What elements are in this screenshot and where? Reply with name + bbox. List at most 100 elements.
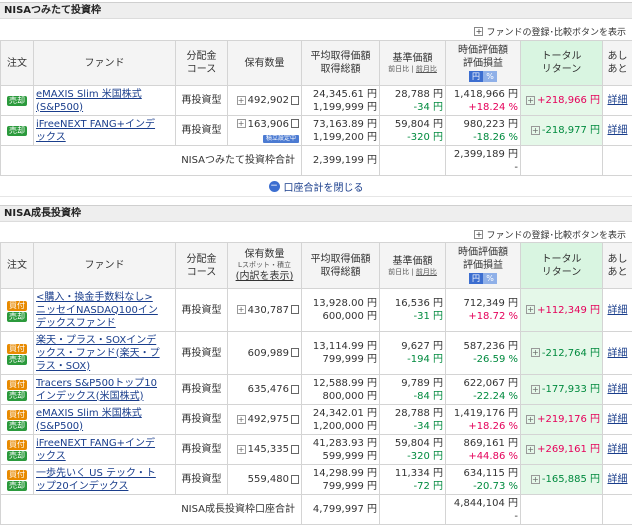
unit-square-icon	[291, 384, 299, 394]
yen-pct-toggle[interactable]: 円%	[469, 273, 497, 284]
plus-icon: +	[474, 230, 484, 239]
total-return: -212,764 円	[541, 347, 600, 359]
fund-name-link[interactable]: 楽天・プラス・SOXインデ ックス・ファンド(楽天・プ ラス・SOX)	[36, 335, 160, 372]
show-breakdown-link[interactable]: (内訳を表示)	[236, 271, 294, 282]
col-avg-cost: 平均取得価額 取得総額	[301, 40, 380, 86]
detail-link[interactable]: 詳細	[608, 95, 628, 106]
expand-plus-icon[interactable]: +	[530, 348, 540, 357]
price-change: -84 円	[413, 390, 443, 402]
unit-square-icon	[291, 95, 299, 105]
fund-name-link[interactable]: Tracers S&P500トップ10 インデックス(米国株式)	[36, 378, 157, 402]
toggle-yen[interactable]: 円	[469, 70, 483, 82]
growth-fund-compare-toggle[interactable]: + ファンドの登録･比較ボタンを表示	[474, 228, 626, 241]
toggle-yen[interactable]: 円	[469, 273, 483, 284]
tsumitate-fund-compare-toggle[interactable]: + ファンドの登録･比較ボタンを表示	[474, 25, 626, 38]
detail-link[interactable]: 詳細	[608, 414, 628, 425]
pl-pct: +44.86 %	[468, 450, 518, 462]
sell-button[interactable]: 売却	[7, 421, 27, 431]
total-return: +112,349 円	[537, 304, 600, 316]
sell-button[interactable]: 売却	[7, 126, 27, 136]
acq-total: 1,199,200 円	[312, 131, 377, 143]
expand-plus-icon[interactable]: +	[236, 444, 246, 454]
detail-link[interactable]: 詳細	[608, 384, 628, 395]
holding-qty: 609,989	[247, 347, 289, 359]
pl-pct: +18.26 %	[468, 420, 518, 432]
yen-pct-toggle[interactable]: 円%	[469, 70, 497, 82]
price-change: -31 円	[413, 311, 443, 322]
base-price: 16,536 円	[394, 298, 443, 309]
sell-button[interactable]: 売却	[7, 96, 27, 106]
expand-plus-icon[interactable]: +	[236, 305, 246, 314]
expand-plus-icon[interactable]: +	[236, 414, 246, 424]
expand-plus-icon[interactable]: +	[526, 444, 536, 454]
expand-plus-icon[interactable]: +	[526, 414, 536, 424]
detail-link[interactable]: 詳細	[608, 444, 628, 455]
col-dist-course: 分配金 コース	[175, 242, 228, 289]
summary-mv: 4,844,104 円	[453, 497, 518, 509]
expand-plus-icon[interactable]: +	[236, 119, 246, 128]
expand-plus-icon[interactable]: +	[530, 384, 540, 394]
sell-button[interactable]: 売却	[7, 354, 27, 365]
dist-course: 再投資型	[175, 464, 228, 495]
toggle-pct[interactable]: %	[483, 273, 497, 284]
summary-label: NISAつみたて投資枠合計	[0, 145, 302, 176]
expand-plus-icon[interactable]: +	[530, 474, 540, 484]
expand-plus-icon[interactable]: +	[526, 95, 536, 105]
fund-name-link[interactable]: eMAXIS Slim 米国株式 (S&P500)	[36, 89, 142, 113]
detail-link[interactable]: 詳細	[608, 125, 628, 136]
unit-square-icon	[291, 348, 299, 357]
growth-holdings-table: 注文 ファンド 分配金 コース 保有数量 Lスポット・積立 (内訳を表示) 平均取得価…	[0, 242, 632, 525]
summary-row: NISAつみたて投資枠合計 2,399,199 円 2,399,189 円-	[0, 145, 632, 176]
acq-total: 799,999 円	[322, 480, 377, 492]
acq-total: 600,000 円	[322, 311, 377, 322]
sell-button[interactable]: 売却	[7, 391, 27, 401]
expand-plus-icon[interactable]: +	[526, 305, 536, 314]
market-value: 712,349 円	[463, 298, 518, 309]
col-avg-cost: 平均取得価額 取得総額	[301, 242, 380, 289]
price-change: -34 円	[413, 101, 443, 113]
detail-link[interactable]: 詳細	[608, 474, 628, 485]
prev-month-link[interactable]: 前月比	[416, 65, 437, 73]
buy-button[interactable]: 買付	[7, 300, 27, 311]
prev-month-link[interactable]: 前月比	[416, 268, 437, 276]
dist-course: 再投資型	[175, 434, 228, 465]
sell-button[interactable]: 売却	[7, 311, 27, 322]
base-price: 28,788 円	[394, 88, 443, 100]
price-change: -194 円	[407, 354, 443, 365]
detail-link[interactable]: 詳細	[608, 348, 628, 359]
detail-link[interactable]: 詳細	[608, 305, 628, 316]
summary-acq: 4,799,997 円	[301, 494, 380, 525]
market-value: 980,223 円	[463, 118, 518, 130]
fund-name-link[interactable]: iFreeNEXT FANG+インデ ックス	[36, 438, 155, 462]
dist-course: 再投資型	[175, 288, 228, 332]
table-row: 買付 売却 一歩先いく US テック・ト ップ20インデックス 再投資型 559,4…	[0, 464, 632, 495]
plus-icon: +	[474, 27, 484, 36]
fund-name-link[interactable]: eMAXIS Slim 米国株式 (S&P500)	[36, 408, 142, 432]
col-order: 注文	[0, 242, 34, 289]
buy-button[interactable]: 買付	[7, 440, 27, 450]
total-return: -165,885 円	[541, 474, 600, 485]
sell-button[interactable]: 売却	[7, 451, 27, 461]
buy-button[interactable]: 買付	[7, 343, 27, 354]
avg-cost: 12,588.99 円	[312, 377, 377, 389]
fund-name-link[interactable]: 一歩先いく US テック・ト ップ20インデックス	[36, 468, 156, 492]
holding-qty: 430,787	[247, 304, 289, 316]
buy-button[interactable]: 買付	[7, 410, 27, 420]
buy-button[interactable]: 買付	[7, 470, 27, 480]
market-value: 634,115 円	[463, 467, 518, 479]
toggle-pct[interactable]: %	[483, 70, 497, 82]
fund-name-link[interactable]: iFreeNEXT FANG+インデ ックス	[36, 119, 155, 143]
acq-total: 1,199,999 円	[312, 101, 377, 113]
growth-fund-compare-label: ファンドの登録･比較ボタンを表示	[486, 231, 626, 241]
fund-name-link[interactable]: <購入・換金手数料なし> ニッセイNASDAQ100イン デックスファンド	[36, 292, 158, 329]
table-row: 買付 売却 <購入・換金手数料なし> ニッセイNASDAQ100イン デックスファンド…	[0, 288, 632, 332]
sell-button[interactable]: 売却	[7, 481, 27, 491]
pl-pct: +18.72 %	[468, 311, 518, 322]
avg-cost: 24,342.01 円	[312, 407, 377, 419]
close-account-total-button[interactable]: − 口座合計を閉じる	[0, 177, 632, 197]
expand-plus-icon[interactable]: +	[530, 125, 540, 135]
col-total-return: トータル リターン	[520, 242, 603, 289]
buy-button[interactable]: 買付	[7, 380, 27, 390]
expand-plus-icon[interactable]: +	[236, 95, 246, 105]
dist-course: 再投資型	[175, 85, 228, 116]
